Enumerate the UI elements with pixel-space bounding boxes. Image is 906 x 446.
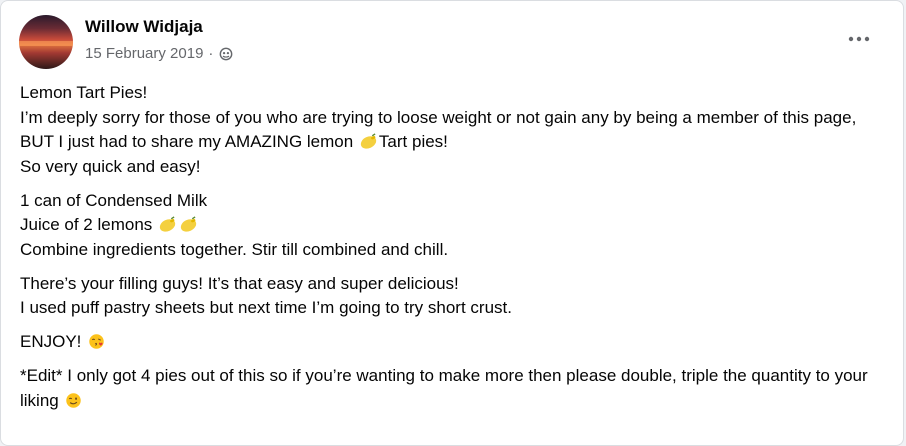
lemon-emoji (180, 216, 197, 232)
post-text: Lemon Tart Pies! I’m deeply sorry for th… (20, 81, 890, 423)
post-title: Lemon Tart Pies! (20, 83, 148, 102)
lemon-emoji (360, 133, 377, 149)
post-line: Combine ingredients together. Stir till … (20, 239, 449, 259)
post-card: Willow Widjaja 15 February 2019 · Lemon … (0, 0, 904, 446)
winking-face-emoji (66, 392, 82, 408)
paragraph-intro: Lemon Tart Pies! I’m deeply sorry for th… (20, 81, 890, 179)
text-span: *Edit* I only got 4 pies out of this so … (20, 366, 868, 410)
post-line: ENJOY! (20, 330, 890, 355)
post-line: *Edit* I only got 4 pies out of this so … (20, 364, 890, 413)
lemon-emoji (159, 216, 176, 232)
paragraph-filling: There’s your filling guys! It’s that eas… (20, 272, 890, 321)
post-line: So very quick and easy! (20, 156, 201, 176)
kissing-heart-emoji (89, 334, 104, 349)
more-options-button[interactable] (845, 29, 873, 49)
paragraph-enjoy: ENJOY! (20, 330, 890, 355)
meta-separator: · (208, 45, 214, 62)
post-line: There’s your filling guys! It’s that eas… (20, 273, 459, 293)
globe-icon[interactable] (219, 47, 233, 61)
post-meta: 15 February 2019 · (85, 45, 233, 62)
text-span: ENJOY! (20, 332, 87, 351)
post-date[interactable]: 15 February 2019 (85, 45, 203, 62)
post-line: Juice of 2 lemons (20, 213, 890, 238)
paragraph-edit: *Edit* I only got 4 pies out of this so … (20, 364, 890, 413)
author-name[interactable]: Willow Widjaja (85, 17, 203, 37)
paragraph-ingredients: 1 can of Condensed Milk Juice of 2 lemon… (20, 189, 890, 263)
more-options-icon (848, 36, 870, 42)
text-span: Tart pies! (378, 132, 448, 151)
post-line: I used puff pastry sheets but next time … (20, 298, 512, 317)
post-line: 1 can of Condensed Milk (20, 190, 208, 210)
avatar[interactable] (19, 15, 73, 69)
avatar-sunset-streak (19, 41, 73, 46)
post-line: I’m deeply sorry for those of you who ar… (20, 106, 890, 155)
text-span: Juice of 2 lemons (20, 215, 158, 234)
